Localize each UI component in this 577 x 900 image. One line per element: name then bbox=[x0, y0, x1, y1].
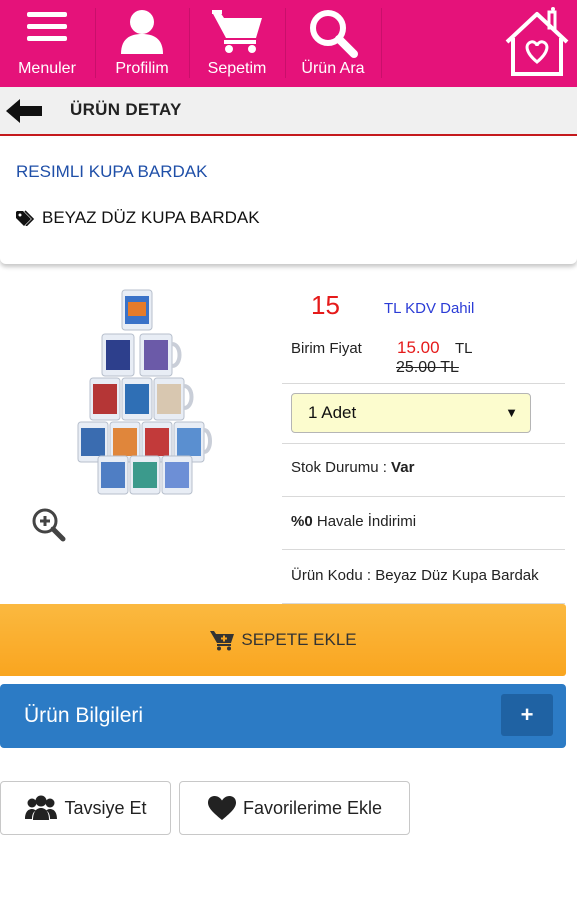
product-name: BEYAZ DÜZ KUPA BARDAK bbox=[16, 208, 260, 228]
recommend-label: Tavsiye Et bbox=[64, 797, 147, 818]
product-code: Ürün Kodu : Beyaz Düz Kupa Bardak bbox=[291, 567, 539, 584]
category-link[interactable]: RESIMLI KUPA BARDAK bbox=[16, 162, 207, 182]
old-price: 25.00 TL bbox=[396, 359, 459, 376]
stock-value: Var bbox=[391, 459, 415, 476]
menu-button[interactable]: Menuler bbox=[0, 0, 94, 87]
transfer-discount: %0 Havale İndirimi bbox=[291, 513, 416, 530]
divider bbox=[282, 383, 565, 384]
expand-button[interactable]: + bbox=[501, 694, 553, 736]
product-code-label: Ürün Kodu : bbox=[291, 567, 372, 584]
top-navigation-bar: Menuler Profilim Sepetim Ürün Ara bbox=[0, 0, 577, 87]
divider bbox=[282, 443, 565, 444]
unit-price: 15.00 bbox=[397, 338, 440, 357]
add-to-favorites-button[interactable]: Favorilerime Ekle bbox=[179, 781, 410, 835]
divider bbox=[282, 496, 565, 497]
zoom-in-icon[interactable] bbox=[30, 506, 66, 542]
profile-label: Profilim bbox=[115, 60, 169, 77]
product-info-card: RESIMLI KUPA BARDAK BEYAZ DÜZ KUPA BARDA… bbox=[0, 138, 577, 264]
profile-button[interactable]: Profilim bbox=[96, 0, 188, 87]
quantity-select[interactable]: 1 Adet ▼ bbox=[291, 393, 531, 433]
search-icon bbox=[310, 10, 358, 58]
stock-label: Stok Durumu : bbox=[291, 459, 387, 476]
product-image[interactable] bbox=[72, 286, 212, 496]
recommend-button[interactable]: Tavsiye Et bbox=[0, 781, 171, 835]
stock-status: Stok Durumu : Var bbox=[291, 459, 414, 476]
menu-label: Menuler bbox=[18, 60, 76, 77]
cart-button[interactable]: Sepetim bbox=[190, 0, 284, 87]
cart-label: Sepetim bbox=[207, 60, 267, 77]
add-to-favorites-label: Favorilerime Ekle bbox=[242, 797, 383, 818]
discount-label: Havale İndirimi bbox=[316, 513, 417, 530]
tag-icon bbox=[16, 210, 35, 226]
heart-icon bbox=[207, 796, 236, 820]
unit-price-label: Birim Fiyat bbox=[291, 340, 362, 357]
user-icon bbox=[121, 10, 163, 54]
add-to-cart-icon bbox=[210, 631, 235, 651]
product-code-value: Beyaz Düz Kupa Bardak bbox=[375, 567, 539, 584]
search-button[interactable]: Ürün Ara bbox=[286, 0, 380, 87]
unit-price-currency: TL bbox=[455, 340, 473, 357]
discount-value: %0 bbox=[291, 513, 313, 530]
nav-divider bbox=[381, 8, 382, 78]
search-label: Ürün Ara bbox=[301, 60, 365, 77]
add-to-cart-button[interactable]: SEPETE EKLE bbox=[0, 604, 566, 676]
page-title: ÜRÜN DETAY bbox=[70, 100, 182, 119]
product-name-text: BEYAZ DÜZ KUPA BARDAK bbox=[42, 208, 260, 227]
home-heart-logo-icon[interactable] bbox=[503, 6, 571, 78]
product-info-label: Ürün Bilgileri bbox=[24, 704, 144, 727]
dropdown-caret-icon: ▼ bbox=[505, 405, 518, 420]
price-tax-note: TL KDV Dahil bbox=[384, 300, 475, 317]
users-icon bbox=[25, 795, 58, 820]
back-arrow-icon[interactable] bbox=[6, 99, 42, 123]
shopping-cart-icon bbox=[212, 10, 262, 53]
quantity-value: 1 Adet bbox=[308, 403, 357, 422]
divider bbox=[282, 549, 565, 550]
price: 15 bbox=[311, 290, 340, 320]
page-header: ÜRÜN DETAY bbox=[0, 87, 577, 136]
add-to-cart-label: SEPETE EKLE bbox=[241, 630, 357, 649]
product-info-accordion[interactable]: Ürün Bilgileri + bbox=[0, 684, 566, 748]
hamburger-menu-icon bbox=[27, 12, 67, 41]
